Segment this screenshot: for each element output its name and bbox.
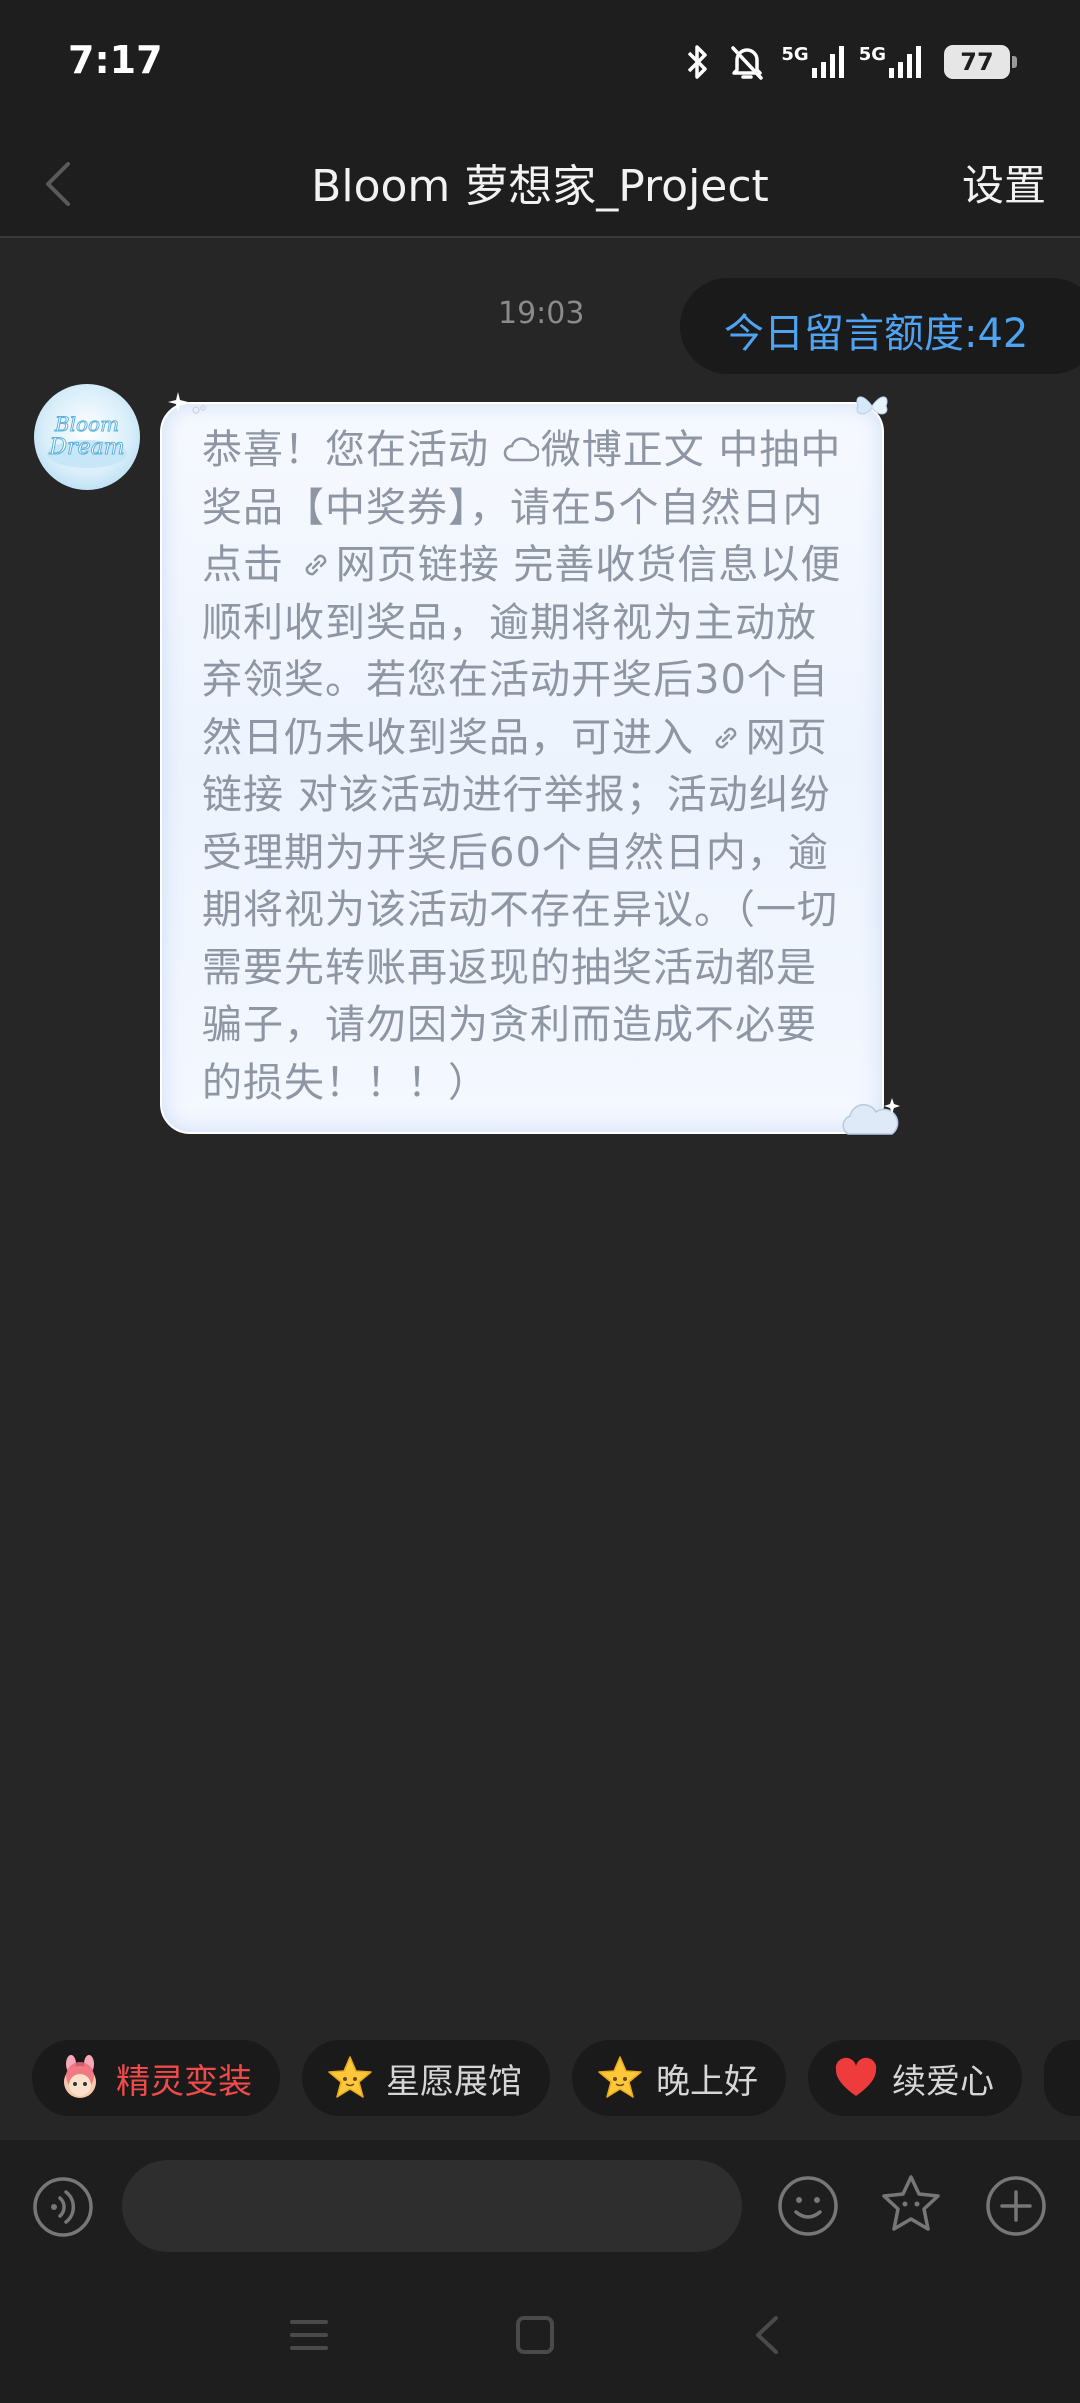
message-text: 恭喜！您在活动 微博正文 中抽中奖品【中奖券】，请在5个自然日内点击 网页链接 … (202, 422, 852, 1112)
chevron-left-icon (756, 2316, 778, 2354)
voice-icon (33, 2177, 93, 2237)
status-icons: 5G 5G 77 (683, 40, 1017, 84)
system-nav-bar (0, 2270, 1080, 2403)
emoji-button[interactable] (776, 2174, 840, 2242)
signal-bars-icon (889, 46, 921, 78)
svg-text:Dream: Dream (48, 435, 124, 460)
bloom-dream-logo-icon: Bloom Dream (47, 412, 127, 468)
network-type-label: 5G (858, 44, 886, 65)
signal-2: 5G (859, 44, 922, 80)
sticker-button[interactable] (878, 2172, 944, 2242)
voice-button[interactable] (32, 2176, 94, 2242)
web-link[interactable]: 网页链接 (298, 542, 500, 588)
message-bubble[interactable]: 恭喜！您在活动 微博正文 中抽中奖品【中奖券】，请在5个自然日内点击 网页链接 … (160, 392, 900, 1135)
more-actions-button[interactable] (984, 2174, 1048, 2242)
nav-home-button[interactable] (514, 2314, 556, 2360)
status-time: 7:17 (68, 38, 163, 82)
link-icon (715, 727, 737, 748)
web-link-label: 网页链接 (335, 542, 500, 588)
link-icon (305, 554, 327, 576)
red-heart-icon (835, 2057, 877, 2096)
settings-button[interactable]: 设置 (962, 152, 1046, 213)
sender-avatar[interactable]: Bloom Dream (34, 384, 140, 490)
chip-label: 晚上好 (656, 2061, 758, 2102)
message-text-part: 恭喜！您在活动 (202, 427, 503, 473)
menu-lines-icon (290, 2320, 328, 2350)
weibo-post-link[interactable]: 微博正文 (503, 427, 705, 473)
nav-back-button[interactable] (746, 2312, 788, 2362)
chip-label: 星愿展馆 (386, 2061, 522, 2102)
cloud-icon (503, 437, 539, 462)
chip-star-wish-gallery[interactable]: 星愿展馆 (302, 2040, 550, 2116)
star-face-icon (328, 2056, 372, 2098)
cloud-deco-icon (842, 1098, 900, 1135)
bluetooth-icon (688, 45, 708, 79)
plus-circle-icon (986, 2176, 1046, 2236)
message-quota-badge: 今日留言额度:42 (680, 278, 1080, 374)
star-face-icon (598, 2056, 642, 2098)
page-title: Bloom 萝想家_Project (311, 161, 769, 212)
battery-indicator: 77 (944, 45, 1017, 79)
quick-reply-chips: 精灵变装 星愿展馆 晚上好 续爱心 (32, 2040, 1080, 2116)
square-home-icon (516, 2316, 554, 2354)
bell-muted-icon (731, 46, 764, 80)
signal-1: 5G (781, 44, 844, 80)
weibo-post-link-label: 微博正文 (540, 427, 705, 473)
nav-recents-button[interactable] (288, 2314, 330, 2360)
sparkle-icon (168, 392, 206, 414)
status-bar: 7:17 5G 5G 77 (0, 0, 1080, 128)
signal-bars-icon (811, 46, 844, 78)
message-text-part: 对该活动进行举报；活动纠纷受理期为开奖后60个自然日内，逾期将视为该活动不存在异… (202, 772, 838, 1106)
butterfly-icon (856, 396, 888, 415)
chip-label: 精灵变装 (116, 2061, 252, 2102)
message-input[interactable] (122, 2160, 742, 2252)
chip-renew-heart[interactable]: 续爱心 (808, 2040, 1022, 2116)
svg-text:Bloom: Bloom (54, 412, 119, 436)
emoji-smile-icon (778, 2176, 838, 2236)
star-sticker-icon (882, 2175, 940, 2231)
message-timestamp: 19:03 (498, 296, 585, 331)
chip-more[interactable] (1044, 2040, 1080, 2116)
chip-elf-dressup[interactable]: 精灵变装 (32, 2040, 280, 2116)
pink-bunny-icon (64, 2055, 96, 2098)
chip-label: 续爱心 (892, 2061, 994, 2102)
network-type-label: 5G (781, 44, 809, 65)
input-bar (0, 2140, 1080, 2270)
chip-good-evening[interactable]: 晚上好 (572, 2040, 786, 2116)
chat-header: Bloom 萝想家_Project 设置 (0, 128, 1080, 238)
